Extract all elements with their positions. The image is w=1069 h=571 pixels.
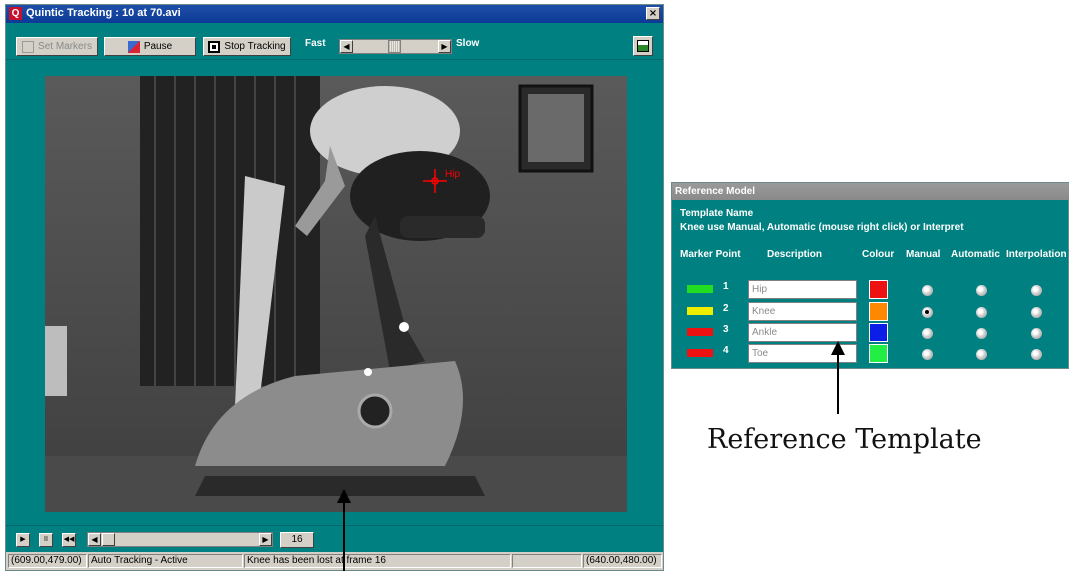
set-markers-label: Set Markers [38,41,92,52]
header-description: Description [767,249,823,260]
reference-arrow-head-icon [831,341,845,355]
pause-label: Pause [143,41,173,52]
title-bar: Q Quintic Tracking : 10 at 70.avi × [6,5,663,23]
frame-number: 16 [280,532,314,548]
video-image: Hip [45,76,627,512]
stop-tracking-button[interactable]: Stop Tracking [203,37,291,56]
hip-marker-label: Hip [445,169,460,180]
status-empty-panel [512,554,582,568]
frame-right-arrow-icon[interactable]: ▶ [259,533,272,546]
description-field-3[interactable]: Ankle [748,323,857,342]
pause-button[interactable]: Pause [104,37,196,56]
automatic-radio-2[interactable] [976,307,987,318]
header-interpolation: Interpolation [1006,249,1067,260]
automatic-radio-4[interactable] [976,349,987,360]
markers-icon [22,40,35,53]
manual-radio-1[interactable] [922,285,933,296]
stop-tracking-label: Stop Tracking [224,41,286,52]
cursor-coords-right: (640.00,480.00) [583,554,662,568]
interpolation-radio-1[interactable] [1031,285,1042,296]
description-field-2[interactable]: Knee [748,302,857,321]
status-bar: (609.00,479.00) Auto Tracking - Active K… [6,552,663,570]
rewind-icon[interactable]: ◀◀ [62,533,76,547]
description-field-1[interactable]: Hip [748,280,857,299]
cursor-coords-left: (609.00,479.00) [8,554,87,568]
interpolation-radio-3[interactable] [1031,328,1042,339]
window-settings-icon [637,40,649,52]
pause-small-icon[interactable]: II [39,533,53,547]
marker-swatch-1 [687,285,713,293]
automatic-radio-3[interactable] [976,328,987,339]
reference-model-title: Reference Model [672,183,1069,200]
marker-num-1: 1 [723,281,729,292]
marker-num-4: 4 [723,345,729,356]
speed-slider[interactable]: ◀ ▶ [339,39,452,54]
marker-swatch-2 [687,307,713,315]
frame-scrollbar-thumb[interactable] [102,533,115,546]
header-colour: Colour [862,249,895,260]
video-frame[interactable]: Hip [45,76,627,512]
set-markers-button[interactable]: Set Markers [16,37,98,56]
play-icon[interactable]: ▶ [16,533,30,547]
manual-radio-3[interactable] [922,328,933,339]
reference-model-panel: Reference Model Template Name Knee use M… [671,182,1069,369]
colour-box-4[interactable] [869,344,888,363]
fast-label: Fast [305,38,326,49]
close-button[interactable]: × [646,7,660,20]
slow-label: Slow [456,38,480,49]
colour-box-2[interactable] [869,302,888,321]
marker-swatch-3 [687,328,713,336]
interpolation-radio-2[interactable] [1031,307,1042,318]
template-instruction: Knee use Manual, Automatic (mouse right … [680,222,964,233]
reference-template-caption: Reference Template [707,424,982,455]
frame-scrollbar[interactable]: ◀ ▶ [87,532,273,547]
colour-box-1[interactable] [869,280,888,299]
header-automatic: Automatic [951,249,1000,260]
transport-bar: ▶ II ◀◀ ◀ ▶ 16 [6,525,663,552]
manual-radio-4[interactable] [922,349,933,360]
template-name-label: Template Name [680,208,754,219]
speed-right-arrow-icon[interactable]: ▶ [438,40,451,53]
marker-num-3: 3 [723,324,729,335]
speed-slider-thumb[interactable] [388,40,401,53]
marker-swatch-4 [687,349,713,357]
colour-box-3[interactable] [869,323,888,342]
toolbar: Set Markers Pause Stop Tracking Fast ◀ ▶… [6,23,663,60]
window-title: Quintic Tracking : 10 at 70.avi [26,7,181,19]
quintic-tracking-window: Q Quintic Tracking : 10 at 70.avi × Set … [5,4,664,571]
header-manual: Manual [906,249,941,260]
automatic-radio-1[interactable] [976,285,987,296]
status-arrow-head-icon [337,489,351,503]
quintic-logo-icon: Q [9,7,22,20]
interpolation-radio-4[interactable] [1031,349,1042,360]
settings-button[interactable] [633,36,653,56]
pause-icon [127,40,140,53]
manual-radio-2[interactable] [922,307,933,318]
reference-arrow-line [837,354,839,414]
speed-left-arrow-icon[interactable]: ◀ [340,40,353,53]
frame-left-arrow-icon[interactable]: ◀ [88,533,101,546]
tracking-mode: Auto Tracking - Active [88,554,243,568]
stop-icon [208,40,221,53]
marker-num-2: 2 [723,303,729,314]
status-message: Knee has been lost at frame 16 [244,554,511,568]
status-arrow-line [343,502,345,571]
header-marker-point: Marker Point [680,249,741,260]
